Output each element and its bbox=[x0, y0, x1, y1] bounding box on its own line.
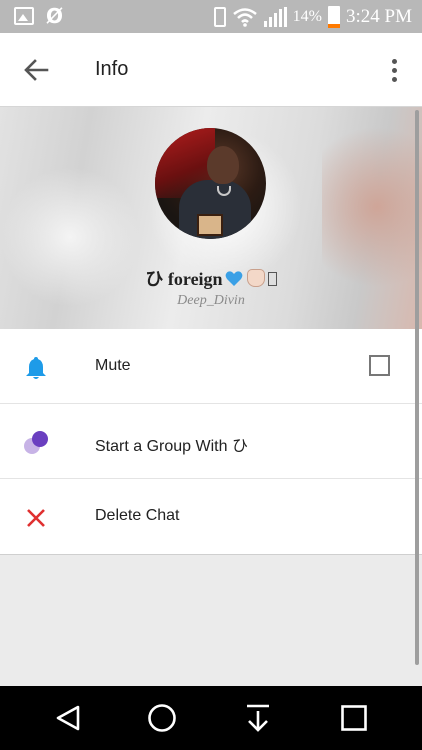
arrow-back-icon bbox=[24, 59, 49, 81]
image-icon bbox=[14, 7, 34, 25]
status-bar-right: 14% 3:24 PM bbox=[213, 4, 412, 30]
blue-heart-icon bbox=[225, 270, 243, 287]
battery-icon bbox=[328, 6, 340, 28]
home-circle-icon bbox=[148, 704, 176, 732]
clock: 3:24 PM bbox=[346, 6, 412, 27]
group-dots-icon bbox=[22, 429, 50, 457]
avatar[interactable] bbox=[155, 128, 266, 239]
bell-icon bbox=[22, 354, 50, 382]
app-toolbar: Info bbox=[0, 33, 422, 107]
option-start-group[interactable]: Start a Group With ひ bbox=[0, 404, 422, 479]
nav-download-button[interactable] bbox=[242, 702, 274, 734]
status-bar: Ø 14% 3:24 PM bbox=[0, 0, 422, 33]
battery-percent: 14% bbox=[292, 8, 322, 25]
option-mute-label: Mute bbox=[95, 357, 131, 374]
download-icon bbox=[247, 704, 269, 732]
options-list: Mute Start a Group With ひ Delete Chat bbox=[0, 329, 422, 555]
nav-back-button[interactable] bbox=[52, 702, 84, 734]
contact-username: Deep_Divin bbox=[177, 293, 245, 308]
more-vert-icon bbox=[391, 58, 397, 64]
overflow-menu-button[interactable] bbox=[386, 55, 402, 85]
signal-icon bbox=[263, 7, 287, 27]
vibrate-icon bbox=[213, 7, 226, 27]
system-nav-bar bbox=[0, 686, 422, 750]
wifi-icon bbox=[232, 8, 257, 27]
raised-hand-icon bbox=[246, 269, 265, 287]
contact-name: ひ foreign bbox=[0, 265, 422, 291]
mute-checkbox[interactable] bbox=[369, 355, 390, 376]
back-button[interactable] bbox=[20, 55, 52, 85]
contact-name-text: ひ foreign bbox=[145, 269, 223, 289]
recents-square-icon bbox=[341, 705, 367, 731]
status-bar-left: Ø bbox=[14, 6, 63, 26]
page-title: Info bbox=[95, 58, 129, 80]
null-icon: Ø bbox=[46, 4, 64, 28]
close-icon bbox=[22, 504, 50, 532]
option-delete-chat[interactable]: Delete Chat bbox=[0, 479, 422, 554]
nav-recents-button[interactable] bbox=[338, 702, 370, 734]
option-start-group-label: Start a Group With ひ bbox=[95, 438, 248, 455]
scrollbar[interactable] bbox=[415, 110, 419, 665]
back-triangle-icon bbox=[56, 705, 80, 731]
nav-home-button[interactable] bbox=[146, 702, 178, 734]
option-mute[interactable]: Mute bbox=[0, 329, 422, 404]
profile-header: ひ foreign Deep_Divin bbox=[0, 107, 422, 329]
option-delete-chat-label: Delete Chat bbox=[95, 507, 180, 524]
unknown-glyph-icon bbox=[267, 272, 277, 286]
